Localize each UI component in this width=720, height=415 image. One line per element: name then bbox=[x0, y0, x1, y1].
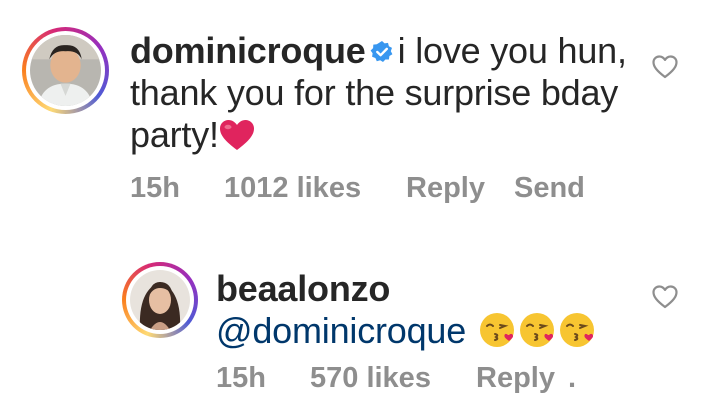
story-ring[interactable] bbox=[122, 262, 198, 338]
likes-count[interactable]: 570 likes bbox=[310, 362, 476, 395]
heart-outline-icon[interactable] bbox=[652, 55, 678, 79]
red-heart-emoji bbox=[219, 120, 254, 150]
comment-meta: 15h 1012 likes Reply Send bbox=[130, 172, 585, 205]
reply-button[interactable]: Reply bbox=[476, 362, 568, 395]
kissing-face-emoji bbox=[519, 313, 554, 347]
comment-body: beaalonzo @dominicroque bbox=[216, 268, 656, 352]
kissing-face-emoji bbox=[559, 313, 594, 347]
comment-time: 15h bbox=[216, 362, 266, 394]
verified-badge-icon bbox=[370, 41, 393, 62]
comment-time: 15h bbox=[130, 172, 180, 204]
likes-count[interactable]: 1012 likes bbox=[224, 172, 406, 205]
avatar bbox=[130, 270, 190, 330]
comment-beaalonzo: beaalonzo @dominicroque 15h 570 likes Repl… bbox=[0, 250, 720, 415]
comment-body: dominicroque i love you hun, thank you f… bbox=[130, 30, 650, 156]
reply-button[interactable]: Reply bbox=[406, 172, 514, 205]
username[interactable]: beaalonzo bbox=[216, 268, 390, 309]
kissing-face-emoji bbox=[479, 313, 514, 347]
heart-outline-icon[interactable] bbox=[652, 285, 678, 309]
send-button[interactable]: Send bbox=[514, 172, 585, 205]
mention-link[interactable]: @dominicroque bbox=[216, 310, 466, 351]
more-dot: . bbox=[568, 362, 577, 394]
comment-meta: 15h 570 likes Reply. bbox=[216, 362, 576, 395]
avatar bbox=[30, 35, 101, 106]
username[interactable]: dominicroque bbox=[130, 30, 366, 71]
story-ring[interactable] bbox=[22, 27, 109, 114]
comment-dominicroque: dominicroque i love you hun, thank you f… bbox=[0, 0, 720, 215]
